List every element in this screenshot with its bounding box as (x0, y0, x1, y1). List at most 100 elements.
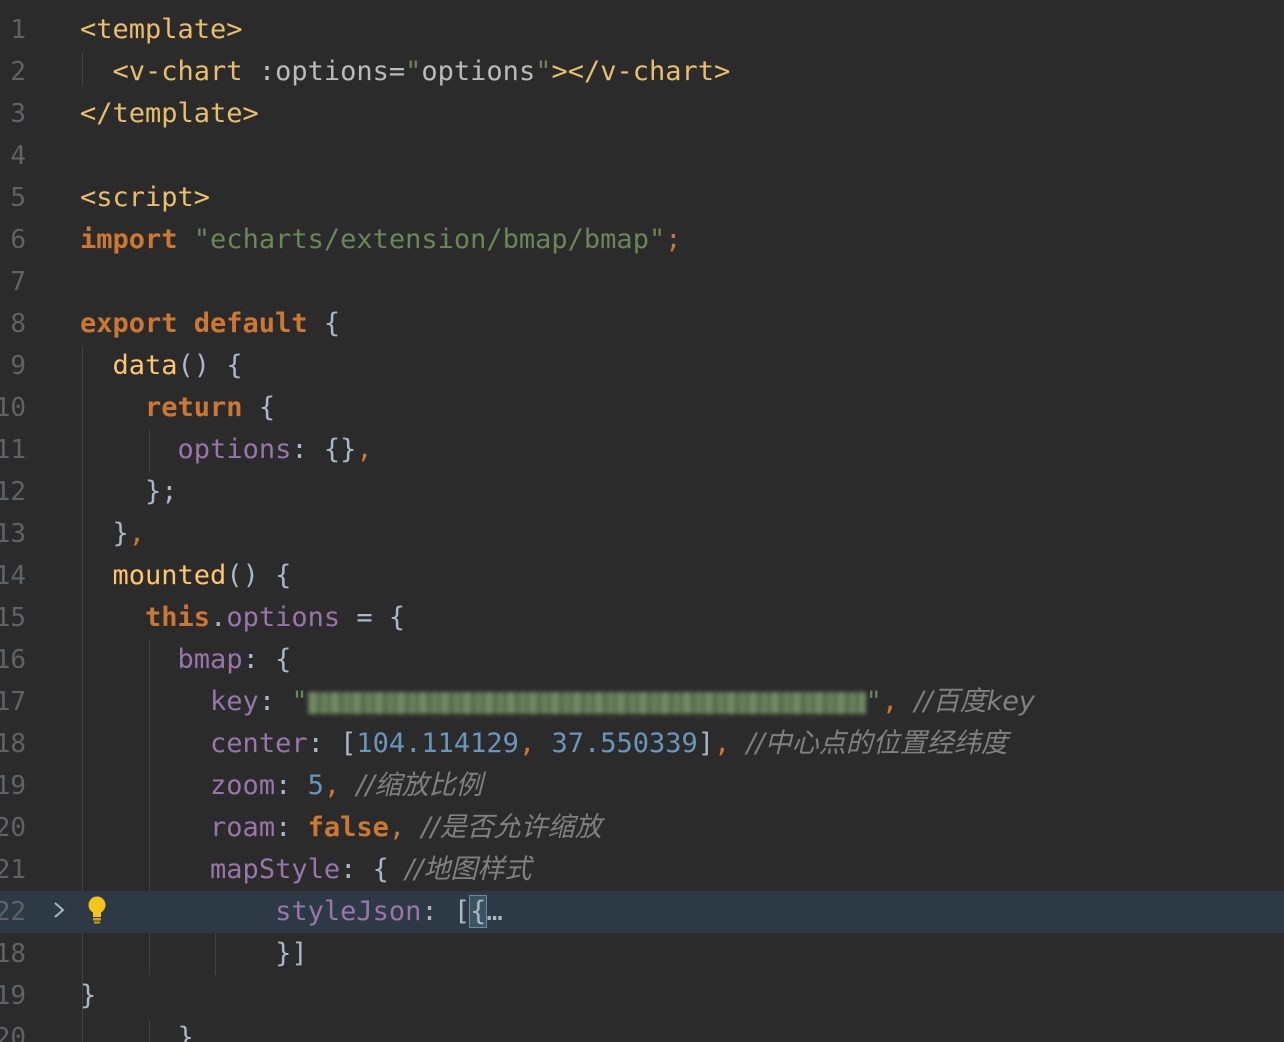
code-token: } (80, 980, 97, 1011)
redacted-api-key (307, 691, 866, 714)
code-line[interactable]: 9 data() { (0, 345, 1284, 387)
code-text: mapStyle: { //地图样式 (80, 849, 531, 891)
code-text: export default { (80, 303, 340, 345)
code-property: options (177, 434, 292, 465)
code-line[interactable]: 4 (0, 135, 1284, 177)
code-keyword: import (80, 224, 194, 255)
line-number: 13 (0, 519, 26, 549)
code-line[interactable]: 12 }; (0, 471, 1284, 513)
code-token: , (128, 518, 146, 549)
line-number: 1 (10, 15, 26, 45)
line-number: 16 (0, 645, 26, 675)
code-line[interactable]: 20 } (0, 1017, 1284, 1042)
line-number: 11 (0, 435, 26, 465)
code-line[interactable]: 2 <v-chart :options="options"></v-chart> (0, 51, 1284, 93)
code-token: { (323, 308, 341, 339)
code-string: "echarts/extension/bmap/bmap" (193, 224, 666, 255)
code-line[interactable]: 21 mapStyle: { //地图样式 (0, 849, 1284, 891)
code-line[interactable]: 17 key: " ", //百度key (0, 681, 1284, 723)
code-token: }; (80, 476, 178, 507)
line-number: 4 (10, 141, 26, 171)
line-number: 18 (0, 729, 26, 759)
code-property: bmap (177, 644, 243, 675)
code-string: " (291, 686, 308, 717)
code-property: options (226, 602, 341, 633)
code-line[interactable]: 6 import "echarts/extension/bmap/bmap"; (0, 219, 1284, 261)
line-number: 15 (0, 603, 26, 633)
code-line[interactable]: 7 (0, 261, 1284, 303)
code-text: mounted() { (80, 555, 292, 597)
line-number: 10 (0, 393, 26, 423)
line-number: 8 (10, 309, 26, 339)
code-token: : { (242, 644, 292, 675)
code-editor[interactable]: 1 <template> 2 <v-chart :options="options"… (0, 0, 1284, 1042)
code-text: return { (80, 387, 275, 429)
code-property: zoom (210, 770, 276, 801)
code-text: <template> (80, 9, 243, 51)
code-text: import "echarts/extension/bmap/bmap"; (80, 219, 681, 261)
line-number: 17 (0, 687, 26, 717)
code-tag: ></v-chart> (551, 56, 731, 87)
code-token: , (881, 686, 915, 717)
code-line[interactable]: 15 this.options = { (0, 597, 1284, 639)
code-line[interactable]: 20 roam: false, //是否允许缩放 (0, 807, 1284, 849)
line-number: 22 (0, 897, 26, 927)
code-number: 37.550339 (551, 728, 698, 759)
line-number: 21 (0, 855, 26, 885)
code-token: : {} (291, 434, 357, 465)
code-text: } (80, 1017, 194, 1042)
line-number: 2 (10, 57, 26, 87)
code-text: </template> (80, 93, 259, 135)
code-line[interactable]: 1 <template> (0, 9, 1284, 51)
code-line[interactable]: 13 }, (0, 513, 1284, 555)
code-token: , (518, 728, 552, 759)
code-token: : [ (307, 728, 357, 759)
code-comment: //地图样式 (405, 854, 532, 885)
code-line[interactable]: 14 mounted() { (0, 555, 1284, 597)
code-function: data (112, 350, 178, 381)
code-line[interactable]: 3 </template> (0, 93, 1284, 135)
chevron-right-icon[interactable] (48, 900, 70, 924)
code-line[interactable]: 11 options: {}, (0, 429, 1284, 471)
code-line[interactable]: 16 bmap: { (0, 639, 1284, 681)
code-line[interactable]: 18 }] (0, 933, 1284, 975)
line-number: 5 (10, 183, 26, 213)
code-line[interactable]: 5 <script> (0, 177, 1284, 219)
code-text: styleJson: [{… (80, 891, 503, 933)
code-comment: //百度key (914, 686, 1035, 717)
code-tag: </template> (80, 98, 259, 129)
code-line[interactable]: 19 zoom: 5, //缩放比例 (0, 765, 1284, 807)
code-text: this.options = { (80, 597, 405, 639)
code-token: , (714, 728, 747, 759)
code-line[interactable]: 19} (0, 975, 1284, 1017)
code-property: mapStyle (210, 854, 341, 885)
code-line[interactable]: 8 export default { (0, 303, 1284, 345)
code-token: }] (80, 938, 308, 969)
caret-bracket: { (469, 895, 488, 928)
line-number: 6 (10, 225, 26, 255)
code-text: }; (80, 471, 178, 513)
code-token: , (323, 770, 357, 801)
code-text: bmap: { (80, 639, 292, 681)
code-number: 5 (307, 770, 324, 801)
code-line-current[interactable]: 22 styleJson: [{… (0, 891, 1284, 933)
code-text: zoom: 5, //缩放比例 (80, 765, 483, 807)
code-comment: //缩放比例 (356, 770, 483, 801)
code-property: roam (210, 812, 276, 843)
code-line[interactable]: 10 return { (0, 387, 1284, 429)
code-property: styleJson (275, 896, 422, 927)
code-text: }, (80, 513, 146, 555)
code-token: : (275, 812, 308, 843)
code-token: } (80, 518, 129, 549)
folded-code-placeholder[interactable]: … (486, 896, 502, 927)
code-token: , (356, 434, 373, 465)
code-line[interactable]: 18 center: [104.114129, 37.550339], //中心… (0, 723, 1284, 765)
